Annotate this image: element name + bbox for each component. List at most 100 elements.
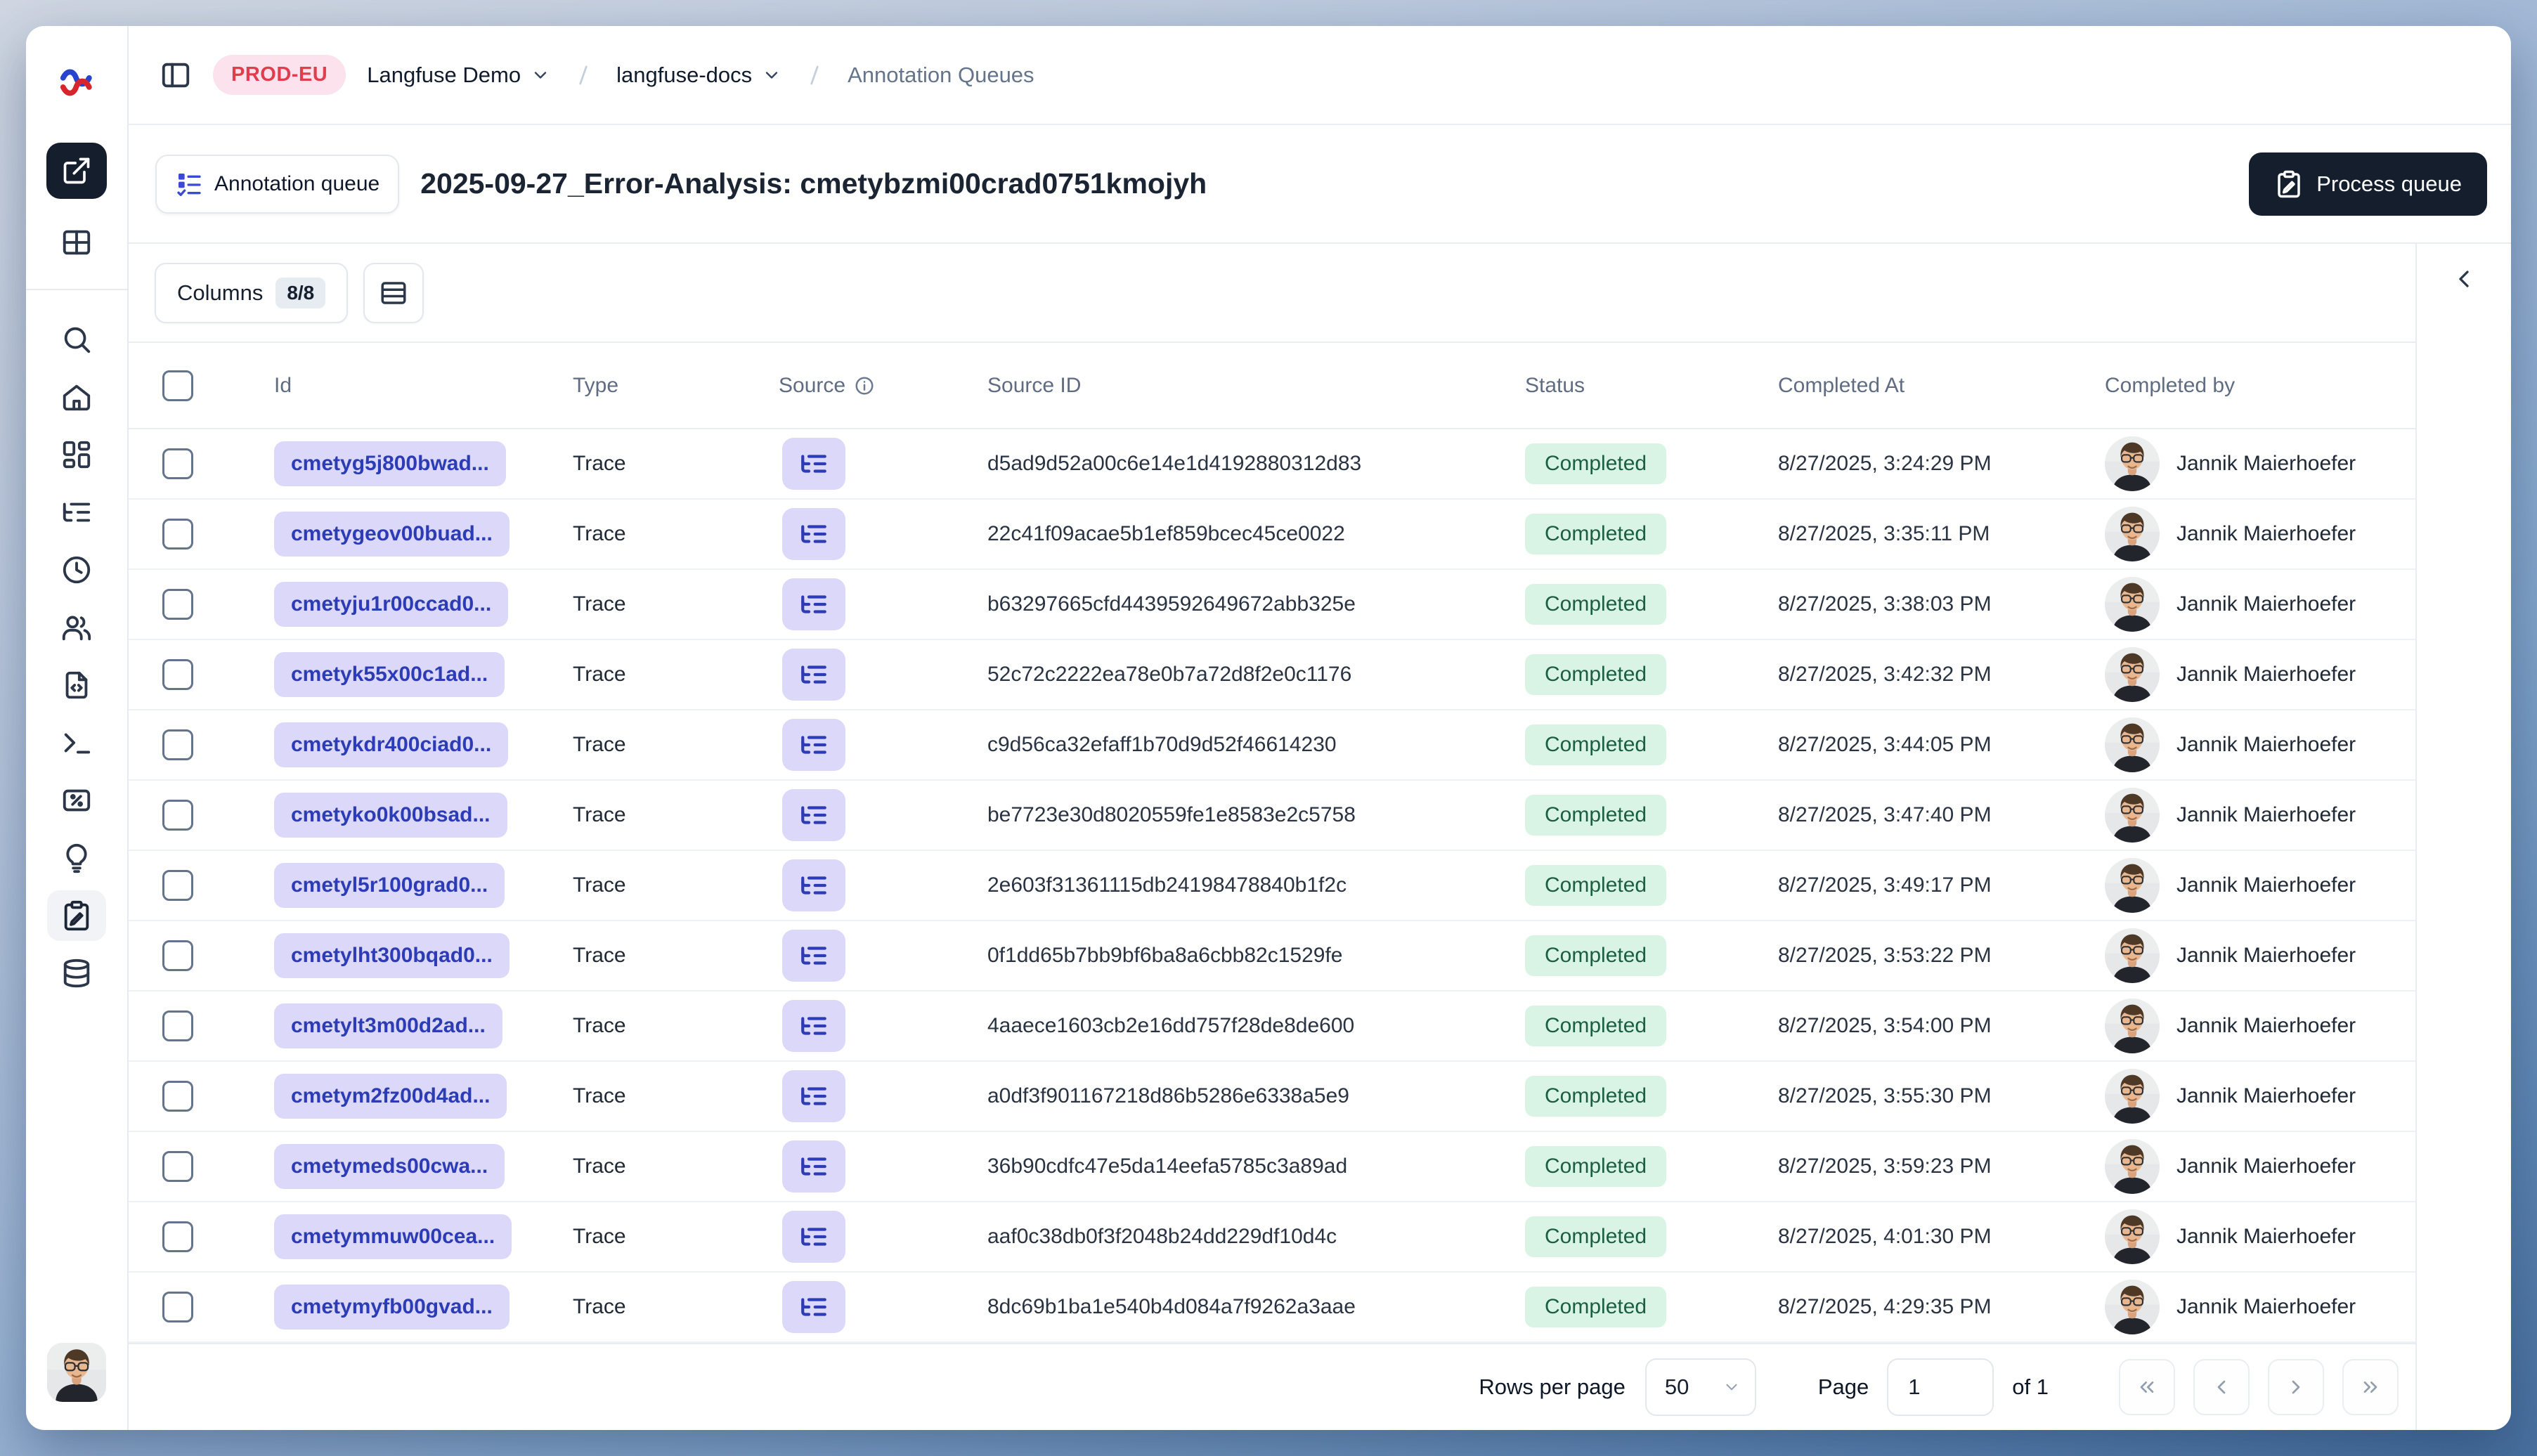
table-row[interactable]: cmetymmuw00cea... Trace aaf0c38db0f3f204… [129,1202,2415,1273]
row-completed-by: Jannik Maierhoefer [2176,522,2356,545]
row-checkbox[interactable] [162,519,193,550]
row-id-chip[interactable]: cmetymeds00cwa... [274,1144,505,1189]
sidebar-toggle-button[interactable] [160,59,192,91]
table-row[interactable]: cmetym2fz00d4ad... Trace a0df3f901167218… [129,1062,2415,1132]
row-height-button[interactable] [363,262,424,323]
rows-per-page-select[interactable]: 50 [1644,1358,1756,1416]
sidebar-item-insights[interactable] [47,833,106,883]
breadcrumb-separator [579,65,588,84]
row-type: Trace [573,944,626,967]
table-row[interactable]: cmetyko0k00bsad... Trace be7723e30d80205… [129,781,2415,851]
table-row[interactable]: cmetykdr400ciad0... Trace c9d56ca32efaff… [129,710,2415,781]
column-header-status: Status [1525,373,1585,397]
breadcrumb-organization[interactable]: Langfuse Demo [367,63,550,88]
row-id-chip[interactable]: cmetym2fz00d4ad... [274,1074,507,1119]
table-row[interactable]: cmetyk55x00c1ad... Trace 52c72c2222ea78e… [129,640,2415,710]
columns-button[interactable]: Columns 8/8 [155,262,349,323]
row-id-chip[interactable]: cmetyl5r100grad0... [274,863,505,908]
collapse-panel-button[interactable] [2441,256,2486,301]
trace-source-icon [782,1140,845,1192]
row-id-chip[interactable]: cmetymmuw00cea... [274,1214,512,1259]
sidebar-item-datasets[interactable] [47,948,106,999]
column-header-completed-at: Completed At [1778,373,1905,397]
sidebar-item-evaluation[interactable] [47,775,106,826]
next-page-button[interactable] [2268,1359,2324,1415]
row-checkbox[interactable] [162,729,193,760]
table-view-button[interactable] [47,217,106,268]
sidebar-item-dashboards[interactable] [47,429,106,480]
chevrons-right-icon [2363,1382,2377,1393]
table-row[interactable]: cmetyl5r100grad0... Trace 2e603f31361115… [129,851,2415,921]
row-checkbox[interactable] [162,659,193,690]
user-avatar[interactable] [47,1343,106,1402]
row-completed-at: 8/27/2025, 3:38:03 PM [1778,592,1992,616]
row-type: Trace [573,452,626,475]
sidebar-item-users[interactable] [47,602,106,653]
row-id-chip[interactable]: cmetyg5j800bwad... [274,441,506,486]
row-checkbox[interactable] [162,1292,193,1322]
content-body: Columns 8/8 Id Type Source Source ID Sta… [129,244,2511,1430]
row-checkbox[interactable] [162,1010,193,1041]
row-checkbox[interactable] [162,589,193,620]
table-row[interactable]: cmetymeds00cwa... Trace 36b90cdfc47e5da1… [129,1132,2415,1202]
breadcrumb-project[interactable]: langfuse-docs [616,63,781,88]
select-all-checkbox[interactable] [162,370,193,401]
database-icon [63,958,90,988]
sidebar-item-home[interactable] [47,372,106,422]
row-checkbox[interactable] [162,448,193,479]
row-source-id: 22c41f09acae5b1ef859bcec45ce0022 [987,522,1345,545]
page-input[interactable] [1887,1358,1994,1416]
last-page-button[interactable] [2342,1359,2399,1415]
table-row[interactable]: cmetyg5j800bwad... Trace d5ad9d52a00c6e1… [129,429,2415,500]
sidebar-item-tracing[interactable] [47,487,106,538]
row-checkbox[interactable] [162,940,193,971]
column-header-completed-by: Completed by [2105,373,2236,397]
row-checkbox[interactable] [162,1221,193,1252]
sidebar [26,26,129,1430]
column-header-source: Source [779,374,987,398]
row-checkbox[interactable] [162,1151,193,1182]
sidebar-item-annotation-queues[interactable] [47,890,106,941]
trace-source-icon [782,789,845,841]
dashboard-icon [63,441,91,469]
table-row[interactable]: cmetygeov00buad... Trace 22c41f09acae5b1… [129,500,2415,570]
row-completed-by: Jannik Maierhoefer [2176,452,2356,475]
table-row[interactable]: cmetymyfb00gvad... Trace 8dc69b1ba1e540b… [129,1273,2415,1343]
status-badge: Completed [1525,1006,1667,1046]
row-checkbox[interactable] [162,1081,193,1112]
environment-badge: PROD-EU [213,55,346,95]
avatar [2105,507,2160,561]
process-queue-button[interactable]: Process queue [2249,152,2487,216]
row-id-chip[interactable]: cmetygeov00buad... [274,512,510,557]
chevron-left-icon [2459,271,2469,287]
first-page-button[interactable] [2119,1359,2175,1415]
clipboard-pen-icon [64,900,89,931]
table-row[interactable]: cmetylht300bqad0... Trace 0f1dd65b7bb9bf… [129,921,2415,992]
list-tree-icon [801,736,826,754]
row-id-chip[interactable]: cmetyju1r00ccad0... [274,582,509,627]
sidebar-item-search[interactable] [47,314,106,365]
row-completed-at: 8/27/2025, 3:55:30 PM [1778,1084,1992,1107]
row-id-chip[interactable]: cmetykdr400ciad0... [274,722,509,767]
sidebar-item-sessions[interactable] [47,545,106,595]
row-id-chip[interactable]: cmetyko0k00bsad... [274,793,507,838]
column-header-type: Type [573,373,619,397]
row-checkbox[interactable] [162,800,193,831]
previous-page-button[interactable] [2193,1359,2250,1415]
row-id-chip[interactable]: cmetyk55x00c1ad... [274,652,505,697]
columns-count-badge: 8/8 [275,277,326,308]
row-source-id: c9d56ca32efaff1b70d9d52f46614230 [987,733,1337,756]
table-row[interactable]: cmetyju1r00ccad0... Trace b63297665cfd44… [129,570,2415,640]
row-id-chip[interactable]: cmetylt3m00d2ad... [274,1003,502,1048]
sidebar-item-prompts[interactable] [47,660,106,710]
open-external-button[interactable] [46,143,107,199]
sidebar-item-playground[interactable] [47,717,106,768]
row-source-id: b63297665cfd4439592649672abb325e [987,592,1356,616]
table-rows: cmetyg5j800bwad... Trace d5ad9d52a00c6e1… [129,429,2415,1343]
row-checkbox[interactable] [162,870,193,901]
table-row[interactable]: cmetylt3m00d2ad... Trace 4aaece1603cb2e1… [129,992,2415,1062]
trace-source-icon [782,649,845,701]
row-id-chip[interactable]: cmetymyfb00gvad... [274,1285,510,1330]
chevron-left-icon [2217,1380,2226,1394]
row-id-chip[interactable]: cmetylht300bqad0... [274,933,510,978]
